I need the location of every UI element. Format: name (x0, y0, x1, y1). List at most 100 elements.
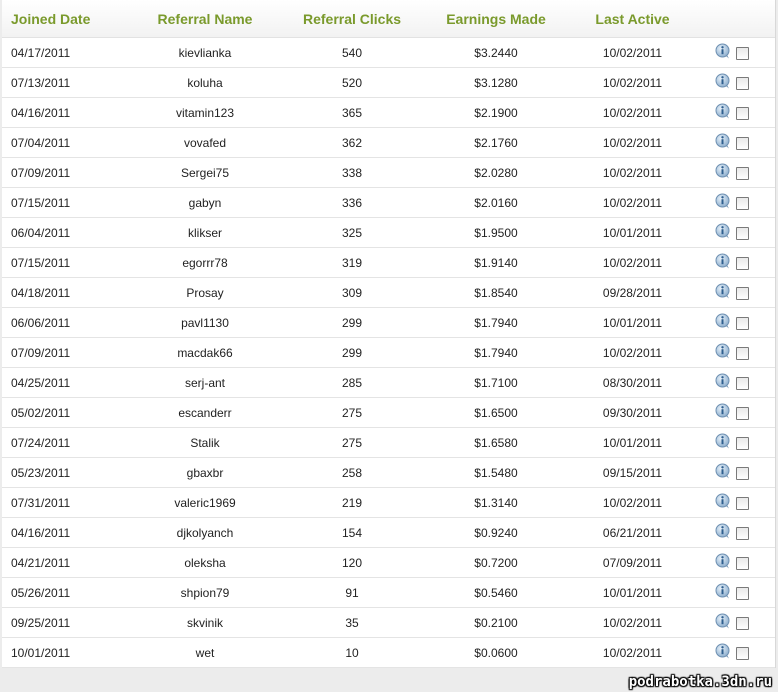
column-header-referral-name[interactable]: Referral Name (127, 0, 283, 38)
cell-referral-clicks: 275 (283, 427, 421, 458)
row-checkbox[interactable] (736, 346, 749, 360)
table-row: 07/24/2011 Stalik 275 $1.6580 10/01/2011 (2, 427, 775, 458)
info-icon[interactable] (715, 193, 731, 212)
cell-info (694, 367, 731, 398)
info-icon[interactable] (715, 223, 731, 242)
info-icon[interactable] (715, 493, 731, 512)
cell-info (694, 37, 731, 68)
info-icon[interactable] (715, 553, 731, 572)
table-row: 05/23/2011 gbaxbr 258 $1.5480 09/15/2011 (2, 457, 775, 488)
info-icon[interactable] (715, 283, 731, 302)
cell-info (694, 217, 731, 248)
info-icon[interactable] (715, 433, 731, 452)
info-icon[interactable] (715, 73, 731, 92)
cell-joined-date: 04/21/2011 (2, 547, 127, 578)
cell-joined-date: 05/23/2011 (2, 457, 127, 488)
table-row: 04/16/2011 vitamin123 365 $2.1900 10/02/2011 (2, 97, 775, 128)
cell-referral-name: klikser (127, 217, 283, 248)
cell-joined-date: 06/04/2011 (2, 217, 127, 248)
row-checkbox[interactable] (736, 286, 749, 300)
info-icon[interactable] (715, 373, 731, 392)
cell-last-active: 10/02/2011 (571, 607, 694, 638)
referrals-table-container: Joined Date Referral Name Referral Click… (2, 0, 776, 668)
column-header-referral-clicks[interactable]: Referral Clicks (283, 0, 421, 38)
cell-last-active: 07/09/2011 (571, 547, 694, 578)
cell-select (731, 427, 775, 458)
cell-select (731, 577, 775, 608)
column-header-last-active[interactable]: Last Active (571, 0, 694, 38)
row-checkbox[interactable] (736, 106, 749, 120)
cell-referral-name: oleksha (127, 547, 283, 578)
cell-last-active: 10/02/2011 (571, 247, 694, 278)
cell-joined-date: 07/15/2011 (2, 187, 127, 218)
row-checkbox[interactable] (736, 166, 749, 180)
cell-referral-clicks: 219 (283, 487, 421, 518)
cell-last-active: 10/02/2011 (571, 337, 694, 368)
column-header-earnings-made[interactable]: Earnings Made (421, 0, 571, 38)
cell-last-active: 09/30/2011 (571, 397, 694, 428)
row-checkbox[interactable] (736, 256, 749, 270)
info-icon[interactable] (715, 613, 731, 632)
cell-last-active: 10/02/2011 (571, 127, 694, 158)
row-checkbox[interactable] (736, 376, 749, 390)
info-icon[interactable] (715, 253, 731, 272)
cell-referral-name: valeric1969 (127, 487, 283, 518)
cell-referral-clicks: 275 (283, 397, 421, 428)
row-checkbox[interactable] (736, 136, 749, 150)
info-icon[interactable] (715, 523, 731, 542)
info-icon[interactable] (715, 163, 731, 182)
info-icon[interactable] (715, 133, 731, 152)
row-checkbox[interactable] (736, 556, 749, 570)
cell-referral-clicks: 258 (283, 457, 421, 488)
cell-referral-name: Sergei75 (127, 157, 283, 188)
cell-earnings-made: $1.5480 (421, 457, 571, 488)
row-checkbox[interactable] (736, 436, 749, 450)
cell-select (731, 337, 775, 368)
cell-earnings-made: $2.1760 (421, 127, 571, 158)
info-icon[interactable] (715, 343, 731, 362)
info-icon[interactable] (715, 313, 731, 332)
column-header-joined-date[interactable]: Joined Date (2, 0, 127, 38)
row-checkbox[interactable] (736, 46, 749, 60)
cell-select (731, 127, 775, 158)
info-icon[interactable] (715, 463, 731, 482)
table-row: 07/15/2011 gabyn 336 $2.0160 10/02/2011 (2, 187, 775, 218)
info-icon[interactable] (715, 43, 731, 62)
cell-joined-date: 07/15/2011 (2, 247, 127, 278)
table-row: 07/31/2011 valeric1969 219 $1.3140 10/02/201… (2, 487, 775, 518)
cell-referral-clicks: 309 (283, 277, 421, 308)
row-checkbox[interactable] (736, 196, 749, 210)
cell-info (694, 427, 731, 458)
cell-joined-date: 07/31/2011 (2, 487, 127, 518)
table-row: 04/21/2011 oleksha 120 $0.7200 07/09/2011 (2, 547, 775, 578)
info-icon[interactable] (715, 643, 731, 662)
cell-joined-date: 07/04/2011 (2, 127, 127, 158)
row-checkbox[interactable] (736, 466, 749, 480)
watermark: podrabotka.3dn.ru (628, 674, 772, 690)
cell-info (694, 457, 731, 488)
cell-earnings-made: $1.7940 (421, 337, 571, 368)
row-checkbox[interactable] (736, 616, 749, 630)
row-checkbox[interactable] (736, 76, 749, 90)
cell-referral-clicks: 336 (283, 187, 421, 218)
cell-referral-clicks: 91 (283, 577, 421, 608)
row-checkbox[interactable] (736, 226, 749, 240)
row-checkbox[interactable] (736, 586, 749, 600)
cell-referral-name: egorrr78 (127, 247, 283, 278)
cell-joined-date: 07/13/2011 (2, 67, 127, 98)
header-row: Joined Date Referral Name Referral Click… (2, 0, 775, 38)
info-icon[interactable] (715, 583, 731, 602)
table-body: 04/17/2011 kievlianka 540 $3.2440 10/02/2011… (2, 37, 775, 668)
row-checkbox[interactable] (736, 406, 749, 420)
row-checkbox[interactable] (736, 496, 749, 510)
info-icon[interactable] (715, 403, 731, 422)
cell-joined-date: 04/17/2011 (2, 37, 127, 68)
row-checkbox[interactable] (736, 646, 749, 660)
cell-last-active: 10/02/2011 (571, 157, 694, 188)
cell-referral-clicks: 120 (283, 547, 421, 578)
row-checkbox[interactable] (736, 316, 749, 330)
cell-referral-name: gabyn (127, 187, 283, 218)
info-icon[interactable] (715, 103, 731, 122)
row-checkbox[interactable] (736, 526, 749, 540)
cell-earnings-made: $0.9240 (421, 517, 571, 548)
